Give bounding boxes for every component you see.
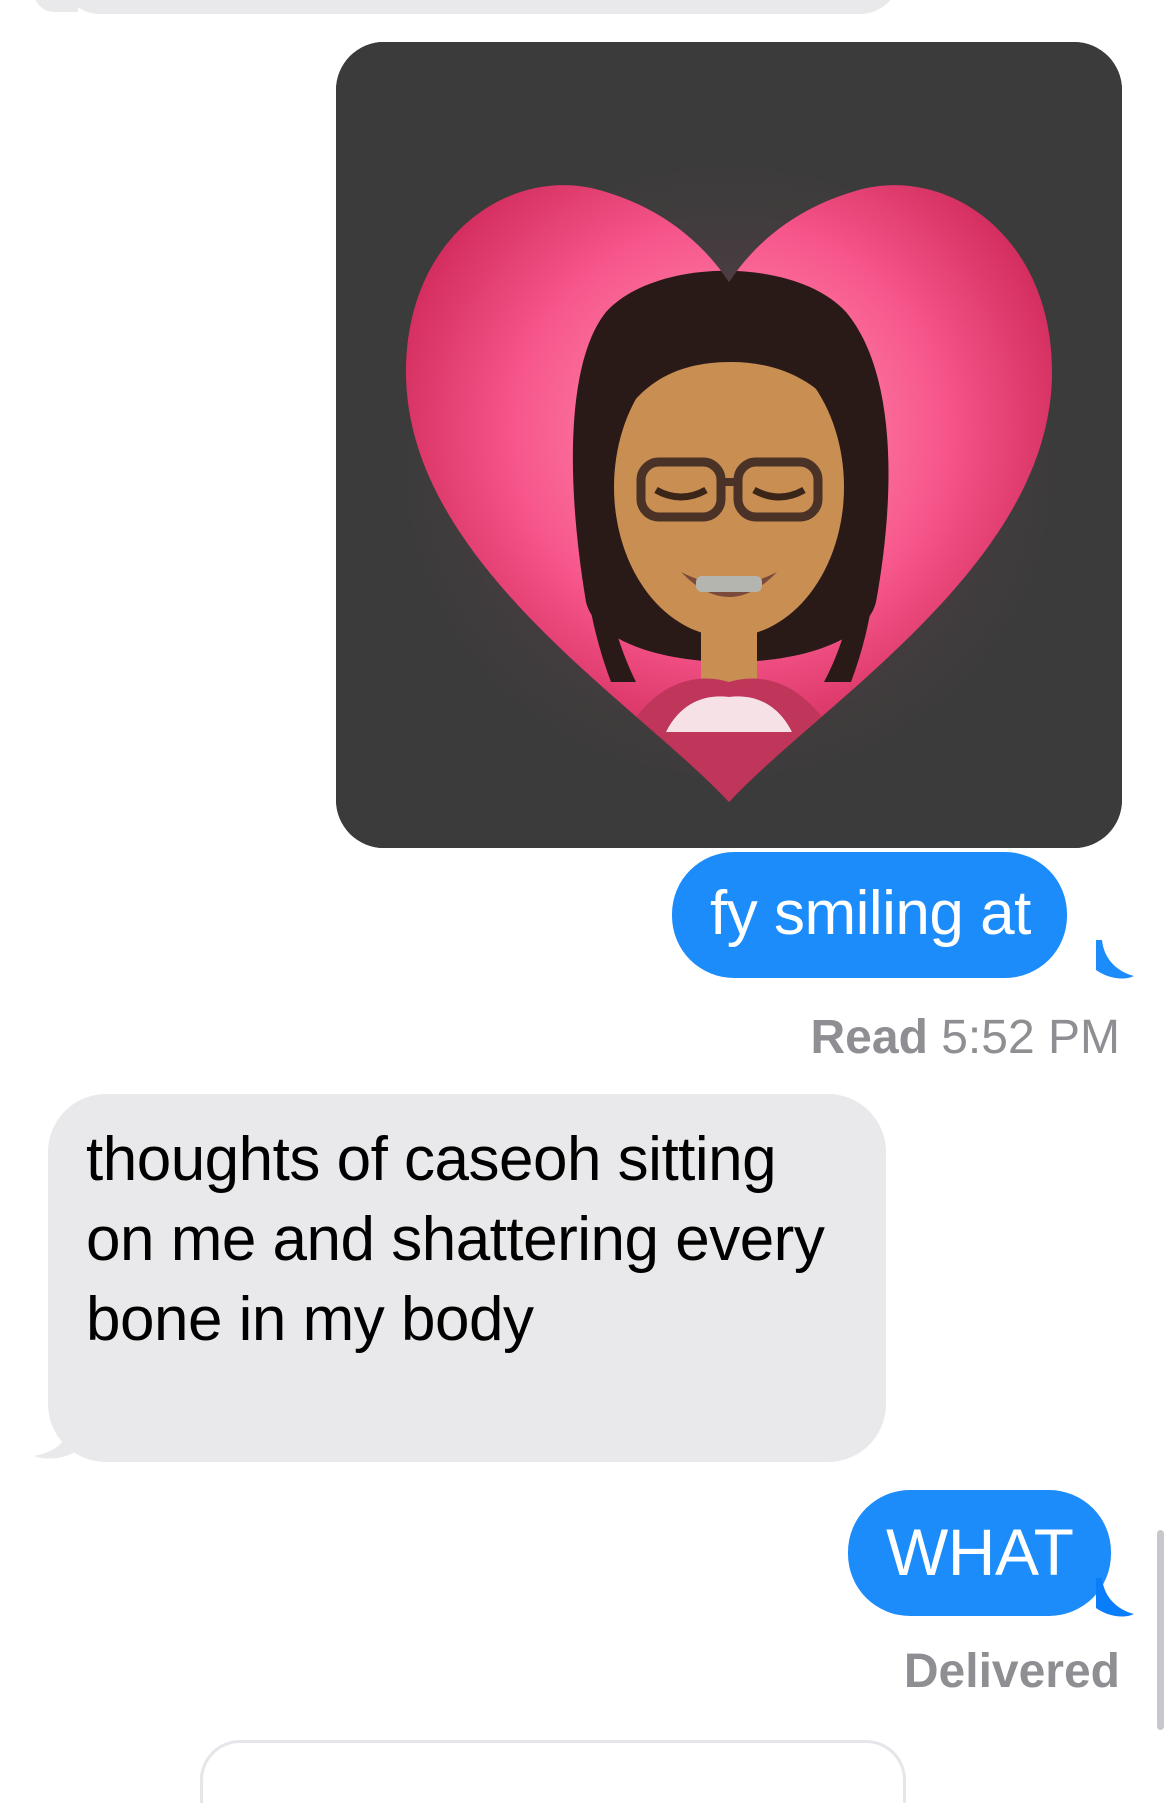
outgoing-message-bubble[interactable]: fy smiling at	[672, 852, 1067, 978]
message-text: fy smiling at	[710, 879, 1031, 948]
bubble-tail	[1096, 1578, 1144, 1620]
receipt-status: Delivered	[903, 1645, 1120, 1698]
scroll-indicator[interactable]	[1157, 1530, 1164, 1730]
message-text: thoughts of caseoh sitting on me and sha…	[86, 1125, 825, 1354]
receipt-time: 5:52 PM	[941, 1011, 1120, 1064]
message-text: WHAT	[886, 1515, 1074, 1589]
message-thread[interactable]: fy smiling at Read 5:52 PM thoughts of c…	[0, 0, 1170, 1803]
bubble-tail	[1096, 940, 1144, 982]
receipt-status: Read	[810, 1011, 928, 1064]
bubble-tail	[30, 1420, 78, 1462]
incoming-message-bubble[interactable]: thoughts of caseoh sitting on me and sha…	[48, 1094, 886, 1462]
delivered-receipt: Delivered	[904, 1644, 1120, 1700]
heart-avatar-image	[336, 42, 1122, 848]
partial-incoming-bubble[interactable]	[60, 0, 900, 14]
partial-bubble-bottom[interactable]	[200, 1740, 906, 1803]
read-receipt: Read 5:52 PM	[811, 1010, 1120, 1066]
outgoing-message-bubble[interactable]: WHAT	[848, 1490, 1112, 1616]
image-attachment[interactable]	[336, 42, 1122, 848]
